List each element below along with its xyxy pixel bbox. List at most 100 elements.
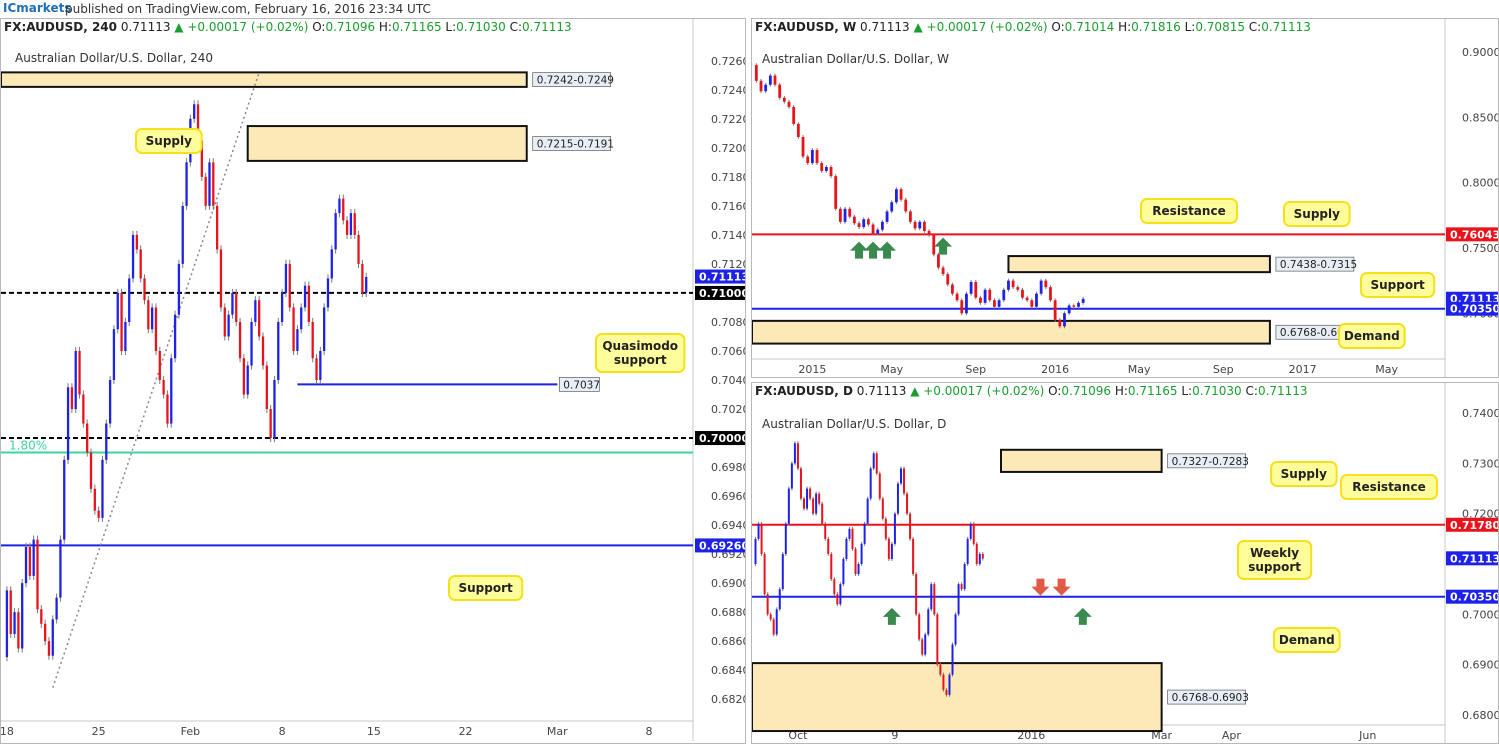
- candle-body: [843, 208, 847, 222]
- candle-body: [839, 584, 842, 605]
- candle-body: [796, 443, 799, 469]
- callout-label: Resistance: [1152, 204, 1225, 218]
- candle-body: [1021, 289, 1024, 298]
- candle-body: [890, 543, 893, 559]
- chart-panel-daily[interactable]: FX:AUDUSD, D 0.71113 ▲ +0.00017 (+0.02%)…: [751, 382, 1499, 744]
- candle-body: [66, 387, 70, 460]
- candle-body: [820, 163, 824, 171]
- candle-body: [981, 553, 984, 559]
- candle-body: [818, 493, 821, 504]
- arrow-down-icon: [1052, 578, 1071, 596]
- candle-body: [963, 564, 966, 590]
- chart-panel-h4[interactable]: FX:AUDUSD, 240 0.71113 ▲ +0.00017 (+0.02…: [0, 18, 746, 744]
- candle-body: [829, 167, 833, 177]
- candle-body: [872, 453, 875, 469]
- chart-svg-daily[interactable]: 0.740000.730000.720000.700000.690000.680…: [752, 383, 1499, 744]
- callout-label: support: [1248, 560, 1301, 574]
- y-tick-label: 0.71200: [711, 258, 746, 271]
- y-tick-label: 0.69400: [711, 519, 746, 532]
- candle-body: [131, 234, 135, 279]
- candle-body: [857, 564, 860, 575]
- candle-body: [323, 307, 326, 351]
- candle-body: [978, 553, 981, 564]
- candle-body: [1002, 289, 1006, 301]
- price-tag-label: 0.71780: [1450, 519, 1499, 532]
- candle-body: [357, 234, 360, 264]
- candle-body: [890, 202, 894, 212]
- y-tick-label: 0.80000: [1462, 177, 1499, 190]
- candle-body: [937, 254, 940, 268]
- candle-body: [966, 538, 969, 564]
- candle-body: [803, 498, 806, 509]
- candle-body: [932, 234, 936, 255]
- candle-body: [1063, 313, 1066, 327]
- candle-body: [960, 584, 963, 590]
- candle-body: [842, 558, 845, 585]
- candle-body: [154, 307, 158, 351]
- candle-body: [353, 213, 356, 235]
- candle-body: [880, 221, 884, 230]
- zone-box: [1, 71, 528, 88]
- x-tick-label: Sep: [965, 363, 986, 376]
- candle-body: [158, 350, 161, 380]
- publish-bar: ICmarkets published on TradingView.com, …: [0, 0, 1499, 18]
- candle-body: [342, 198, 345, 221]
- brand-name[interactable]: ICmarkets: [3, 1, 71, 15]
- chart-svg-weekly[interactable]: 0.900000.850000.800000.750000.700002015M…: [752, 19, 1499, 378]
- candle-body: [899, 189, 903, 200]
- x-tick-label: Mar: [547, 725, 568, 738]
- candle-body: [869, 468, 872, 499]
- candle-body: [923, 221, 926, 231]
- candle-body: [768, 75, 772, 85]
- candle-body: [969, 523, 972, 539]
- candle-body: [764, 84, 768, 92]
- y-tick-label: 0.73000: [1462, 457, 1499, 470]
- candle-body: [303, 285, 307, 308]
- zone-box: [752, 662, 1163, 733]
- y-tick-label: 0.69800: [711, 461, 746, 474]
- candle-body: [815, 493, 818, 514]
- candle-body: [365, 276, 368, 293]
- x-tick-label: 15: [367, 725, 381, 738]
- chart-panel-weekly[interactable]: FX:AUDUSD, W 0.71113 ▲ +0.00017 (+0.02%)…: [751, 18, 1499, 378]
- candle-body: [887, 538, 890, 559]
- candle-body: [903, 468, 906, 494]
- candle-body: [948, 674, 951, 695]
- candle-body: [809, 488, 812, 499]
- y-tick-label: 0.70400: [711, 374, 746, 387]
- candle-body: [242, 358, 246, 395]
- arrow-down-icon: [1031, 578, 1050, 596]
- candle-body: [895, 189, 898, 203]
- candle-body: [930, 584, 933, 610]
- candle-body: [979, 297, 982, 303]
- candle-body: [754, 538, 757, 564]
- candle-body: [909, 211, 912, 222]
- candle-body: [82, 394, 85, 424]
- candle-body: [21, 583, 24, 649]
- candle-body: [951, 644, 954, 675]
- y-tick-label: 0.70200: [711, 403, 746, 416]
- candle-body: [5, 590, 9, 658]
- candle-body: [124, 321, 127, 351]
- y-tick-label: 0.68800: [711, 606, 746, 619]
- candle-body: [833, 579, 836, 595]
- candle-body: [848, 208, 852, 217]
- candle-body: [261, 336, 265, 366]
- candle-body: [913, 221, 917, 229]
- candle-body: [906, 493, 909, 514]
- y-tick-label: 0.69000: [1462, 659, 1499, 672]
- candle-body: [258, 300, 261, 337]
- chart-svg-h4[interactable]: 0.72600 0.72400 0.72200 0.72000 0.71800 0.716…: [1, 19, 746, 744]
- candle-body: [1007, 280, 1010, 290]
- candle-body: [836, 594, 839, 605]
- candle-body: [284, 263, 288, 293]
- y-tick-label: 0.70600: [711, 345, 746, 358]
- callout-label: Demand: [1279, 633, 1335, 647]
- arrow-up-icon: [882, 607, 901, 625]
- candle-body: [955, 293, 959, 301]
- price-tag-label: 0.71000: [699, 287, 746, 300]
- candle-body: [763, 553, 766, 595]
- candle-body: [70, 387, 74, 410]
- zone-label: 0.7242-0.7249: [537, 75, 614, 87]
- candle-body: [778, 589, 781, 610]
